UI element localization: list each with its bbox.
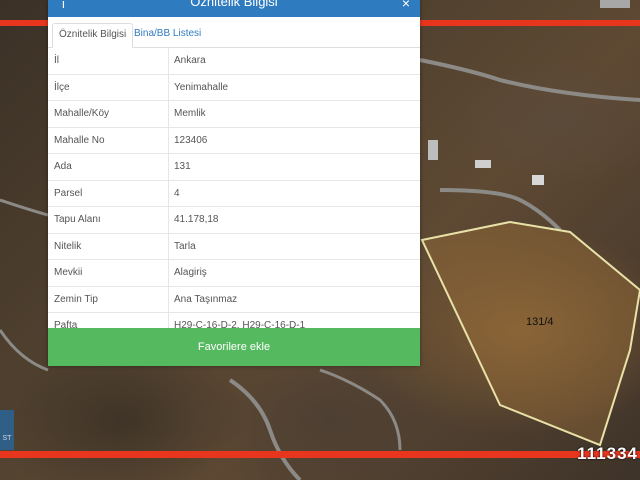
road bbox=[228, 378, 302, 480]
parcel-outline[interactable] bbox=[420, 220, 640, 447]
row-value: Yenimahalle bbox=[174, 81, 229, 93]
table-row: Mevkii Alagiriş bbox=[48, 260, 420, 287]
row-key: Mevkii bbox=[54, 267, 83, 278]
road bbox=[419, 58, 640, 102]
row-value: 123406 bbox=[174, 134, 208, 146]
table-row: Nitelik Tarla bbox=[48, 233, 420, 260]
corner-panel[interactable]: ST bbox=[0, 410, 14, 450]
attribute-modal: i Öznitelik Bilgisi × Öznitelik Bilgisi … bbox=[48, 0, 420, 366]
building bbox=[532, 175, 544, 185]
road bbox=[319, 368, 402, 451]
row-key: İlçe bbox=[54, 81, 70, 93]
tab-attributes[interactable]: Öznitelik Bilgisi bbox=[52, 23, 134, 48]
row-key: İl bbox=[54, 55, 59, 66]
parcel-label: 131/4 bbox=[526, 316, 554, 328]
table-row: Zemin Tip Ana Taşınmaz bbox=[48, 286, 420, 313]
building bbox=[475, 160, 491, 168]
modal-header: i Öznitelik Bilgisi × bbox=[48, 0, 420, 17]
row-value: 41.178,18 bbox=[174, 214, 219, 225]
road bbox=[0, 198, 49, 217]
add-favorite-button[interactable]: Favorilere ekle bbox=[48, 328, 420, 366]
building bbox=[428, 140, 438, 160]
table-row: Mahalle No 123406 bbox=[48, 127, 420, 154]
row-value: 4 bbox=[174, 187, 180, 199]
row-key: Mahalle No bbox=[54, 134, 105, 146]
row-key: Mahalle/Köy bbox=[54, 108, 110, 119]
row-value: Alagiriş bbox=[174, 267, 207, 278]
table-row: İlçe Yenimahalle bbox=[48, 74, 420, 101]
table-row: Ada 131 bbox=[48, 154, 420, 181]
row-value: Ana Taşınmaz bbox=[174, 293, 238, 305]
table-row: Tapu Alanı 41.178,18 bbox=[48, 207, 420, 234]
attribute-table: İl Ankara İlçe Yenimahalle Mahalle/Köy Meml… bbox=[48, 48, 420, 340]
table-row: Mahalle/Köy Memlik bbox=[48, 101, 420, 128]
row-key: Zemin Tip bbox=[54, 293, 98, 305]
corner-text: ST bbox=[2, 435, 12, 442]
row-value: Ankara bbox=[174, 55, 206, 66]
row-key: Nitelik bbox=[54, 240, 82, 252]
tab-bar: Öznitelik Bilgisi Bina/BB Listesi bbox=[48, 17, 420, 48]
row-key: Ada bbox=[54, 161, 72, 172]
row-value: 131 bbox=[174, 161, 191, 172]
close-icon[interactable]: × bbox=[402, 0, 410, 11]
listing-code: 111334 bbox=[577, 444, 638, 463]
row-key: Parsel bbox=[54, 187, 83, 199]
red-bar-bottom bbox=[0, 451, 640, 458]
table-row: İl Ankara bbox=[48, 48, 420, 75]
road bbox=[0, 329, 49, 372]
row-key: Tapu Alanı bbox=[54, 214, 101, 225]
table-row: Parsel 4 bbox=[48, 180, 420, 207]
modal-title: Öznitelik Bilgisi bbox=[190, 0, 278, 9]
row-value: Tarla bbox=[174, 240, 196, 252]
row-value: Memlik bbox=[174, 108, 206, 119]
tab-building-list[interactable]: Bina/BB Listesi bbox=[128, 23, 207, 47]
building bbox=[600, 0, 630, 8]
